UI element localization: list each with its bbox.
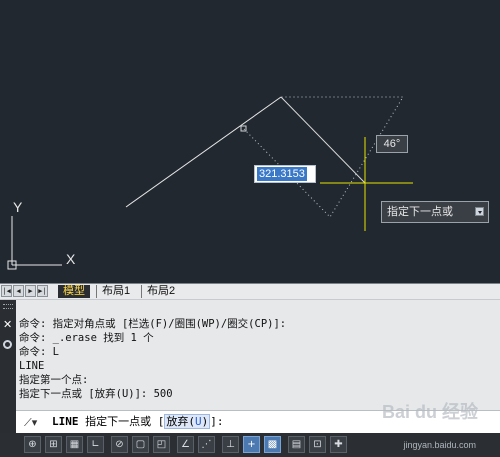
status-bar: ⊕ ⊞ ▦ ∟ ⊘ ▢ ◰ ∠ ⋰ ⊥ + ▩ ▤ ⊡ ✚ jingyan.ba… bbox=[0, 433, 500, 457]
dimension-value: 321.3153 bbox=[257, 167, 307, 181]
transparency-icon[interactable]: ▩ bbox=[264, 436, 281, 453]
lineweight-icon[interactable]: + bbox=[243, 436, 260, 453]
prev-tab-icon[interactable]: ◀ bbox=[13, 285, 24, 297]
command-window-sidebar: ✕ bbox=[0, 300, 16, 434]
option-undo-key: U bbox=[195, 415, 202, 428]
drawing-canvas[interactable]: Y X 321.3153 46° 指定下一点或 bbox=[0, 0, 500, 283]
tab-layout1[interactable]: 布局1 bbox=[96, 285, 135, 298]
angle-tooltip: 46° bbox=[376, 135, 408, 153]
command-prompt: LINE 指定下一点或 [放弃(U)]: bbox=[52, 414, 224, 429]
drawn-line-segment[interactable] bbox=[125, 96, 282, 208]
polar-tracking-icon[interactable]: ⊘ bbox=[111, 436, 128, 453]
annotation-monitor-icon[interactable]: ✚ bbox=[330, 436, 347, 453]
close-icon[interactable]: ✕ bbox=[3, 318, 12, 331]
command-name: LINE bbox=[52, 415, 79, 428]
baidu-watermark: Bai du 经验 bbox=[382, 402, 479, 422]
history-line: 命令: L bbox=[19, 346, 59, 358]
dynamic-prompt-tooltip[interactable]: 指定下一点或 bbox=[381, 201, 489, 223]
site-watermark: jingyan.baidu.com bbox=[403, 440, 476, 450]
line-command-icon[interactable]: ⟋▾ bbox=[24, 416, 37, 430]
object-snap-icon[interactable]: ▢ bbox=[132, 436, 149, 453]
customize-wrench-icon[interactable] bbox=[3, 340, 12, 349]
history-line: 命令: _.erase 找到 1 个 bbox=[19, 332, 154, 344]
history-line: 指定第一个点: bbox=[19, 374, 89, 386]
ortho-mode-icon[interactable]: ∟ bbox=[87, 436, 104, 453]
option-undo-label: 放弃( bbox=[166, 415, 195, 428]
option-undo-button[interactable]: 放弃(U) bbox=[164, 414, 211, 429]
command-history: 命令: 指定对角点或 [栏选(F)/圈围(WP)/圈交(CP)]: 命令: _.… bbox=[19, 317, 489, 401]
quick-properties-icon[interactable]: ▤ bbox=[288, 436, 305, 453]
history-line: LINE bbox=[19, 360, 45, 372]
3d-object-snap-icon[interactable]: ◰ bbox=[153, 436, 170, 453]
dimension-guide bbox=[243, 96, 404, 218]
status-lead bbox=[0, 433, 20, 457]
tab-model[interactable]: 模型 bbox=[58, 285, 90, 298]
dynamic-input-icon[interactable]: ⊥ bbox=[222, 436, 239, 453]
option-undo-close: ) bbox=[201, 415, 209, 428]
ucs-x-label: X bbox=[66, 251, 76, 267]
dynamic-ucs-icon[interactable]: ⋰ bbox=[198, 436, 215, 453]
snap-mode-icon[interactable]: ⊞ bbox=[45, 436, 62, 453]
option-close-bracket: ]: bbox=[210, 415, 224, 428]
command-prompt-text: 指定下一点或 bbox=[85, 415, 152, 428]
dynamic-prompt-text: 指定下一点或 bbox=[387, 206, 453, 218]
dimension-input[interactable]: 321.3153 bbox=[254, 165, 316, 183]
grid-display-icon[interactable]: ▦ bbox=[66, 436, 83, 453]
canvas-graphics: Y X bbox=[7, 96, 413, 270]
tab-layout2[interactable]: 布局2 bbox=[141, 285, 180, 298]
object-snap-tracking-icon[interactable]: ∠ bbox=[177, 436, 194, 453]
selection-cycling-icon[interactable]: ⊡ bbox=[309, 436, 326, 453]
grip-marker bbox=[240, 125, 247, 132]
layout-tab-bar: |◀ ◀ ▶ ▶| 模型 布局1 布局2 bbox=[0, 283, 500, 300]
infer-constraints-icon[interactable]: ⊕ bbox=[24, 436, 41, 453]
first-tab-icon[interactable]: |◀ bbox=[1, 285, 12, 297]
ucs-y-label: Y bbox=[13, 199, 23, 215]
drag-grip-icon[interactable] bbox=[3, 304, 13, 309]
last-tab-icon[interactable]: ▶| bbox=[37, 285, 48, 297]
history-line: 命令: 指定对角点或 [栏选(F)/圈围(WP)/圈交(CP)]: bbox=[19, 318, 287, 330]
dropdown-arrow-icon[interactable] bbox=[475, 207, 484, 216]
next-tab-icon[interactable]: ▶ bbox=[25, 285, 36, 297]
